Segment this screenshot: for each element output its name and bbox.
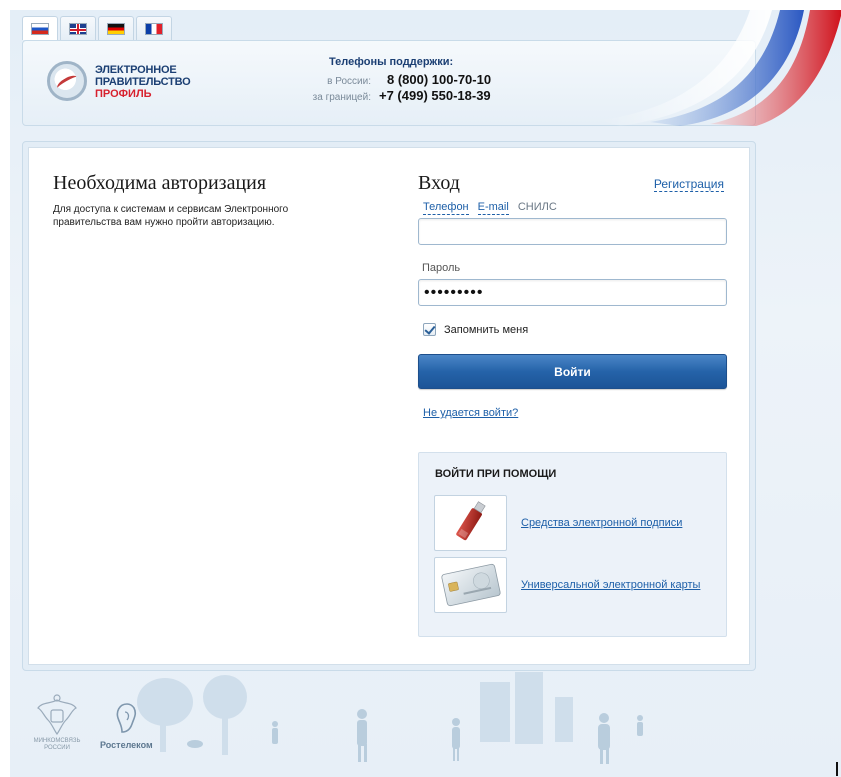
logo-line-3: ПРОФИЛЬ [95,88,152,100]
cant-login-link[interactable]: Не удается войти? [423,407,518,419]
language-tab-french[interactable] [136,16,172,40]
alt-login-signature-link[interactable]: Средства электронной подписи [521,517,682,529]
ministry-logo: МИНКОМСВЯЗЬ РОССИИ [30,694,84,754]
support-russia-label: в России: [327,76,371,87]
language-tab-english[interactable] [60,16,96,40]
egov-logo-icon [47,61,87,101]
remember-me-label: Запомнить меня [444,323,529,336]
logo-text: ЭЛЕКТРОННОЕ ПРАВИТЕЛЬСТВО ПРОФИЛЬ [95,64,191,100]
support-title: Телефоны поддержки: [329,56,454,68]
alt-login-card-link[interactable]: Универсальной электронной карты [521,579,700,591]
language-tab-german[interactable] [98,16,134,40]
support-abroad-label: за границей: [312,92,371,103]
ministry-label: МИНКОМСВЯЗЬ РОССИИ [33,738,81,751]
auth-description: Для доступа к системам и сервисам Электр… [53,204,289,228]
logo-line-1: ЭЛЕКТРОННОЕ [95,64,177,76]
tab-snils[interactable]: СНИЛС [518,201,557,215]
password-input[interactable] [418,279,727,306]
germany-flag-icon [107,22,125,35]
uk-flag-icon [69,22,87,35]
main-panel: Необходима авторизация Для доступа к сис… [22,141,756,671]
alt-login-card[interactable]: Универсальной электронной карты [434,557,700,613]
russia-flag-icon [31,22,49,35]
language-tab-russian[interactable] [22,16,58,40]
usb-token-icon[interactable] [434,495,507,551]
support-russia-phone: 8 (800) 100-70-10 [387,72,492,87]
tab-email[interactable]: E-mail [477,201,509,215]
egov-logo[interactable]: ЭЛЕКТРОННОЕ ПРАВИТЕЛЬСТВО ПРОФИЛЬ [47,61,197,105]
register-link[interactable]: Регистрация [653,177,724,192]
footer-scene: МИНКОМСВЯЗЬ РОССИИ Ростелеком [10,672,841,777]
alternative-login-title: ВОЙТИ ПРИ ПОМОЩИ [435,468,557,480]
language-switcher [22,16,172,40]
support-row-russia: в России: 8 (800) 100-70-10 [299,72,491,87]
france-flag-icon [145,22,163,35]
support-row-abroad: за границей: +7 (499) 550-18-39 [299,88,491,103]
password-label: Пароль [422,262,461,274]
coat-of-arms-icon [37,694,77,736]
support-abroad-phone: +7 (499) 550-18-39 [379,88,491,103]
panel-content: Необходима авторизация Для доступа к сис… [28,147,750,665]
alternative-login-box: ВОЙТИ ПРИ ПОМОЩИ Средства электронной по… [418,452,727,637]
rostelecom-logo: Ростелеком [100,702,170,750]
checkbox-checked-icon[interactable] [423,323,436,336]
login-title: Вход [418,172,460,194]
auth-title: Необходима авторизация [53,172,267,194]
login-input[interactable] [418,218,727,245]
login-type-tabs: Телефон E-mail СНИЛС [423,201,557,215]
rostelecom-label: Ростелеком [100,740,153,750]
rostelecom-icon [116,703,137,733]
login-button[interactable]: Войти [418,354,727,389]
tab-phone[interactable]: Телефон [423,201,469,215]
smart-card-icon[interactable] [434,557,507,613]
remember-me-checkbox[interactable]: Запомнить меня [423,323,528,336]
page-corner-marker [836,762,838,776]
logo-line-2: ПРАВИТЕЛЬСТВО [95,76,191,88]
flag-swoosh-decoration [600,10,841,126]
alt-login-signature[interactable]: Средства электронной подписи [434,495,682,551]
